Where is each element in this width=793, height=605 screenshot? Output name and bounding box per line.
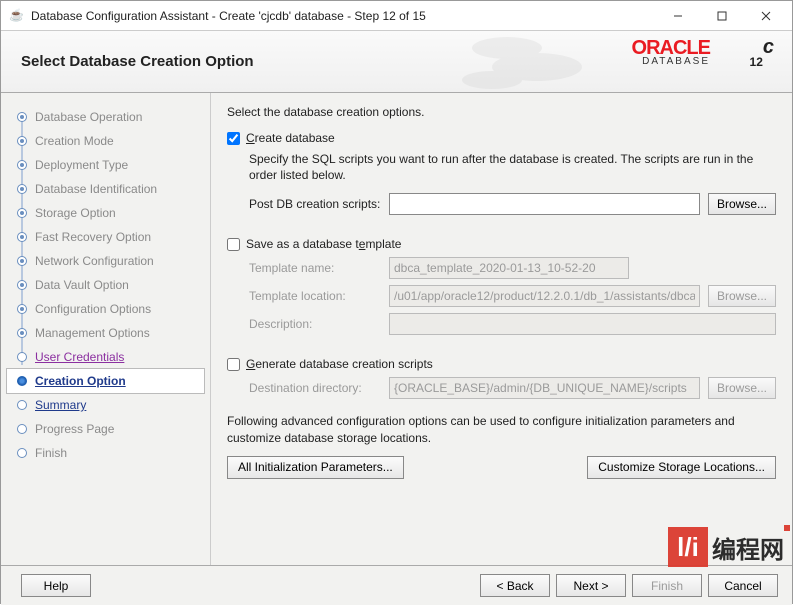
step-label: Management Options [35,326,150,340]
sidebar-step-user-credentials[interactable]: User Credentials [7,345,204,369]
close-button[interactable] [744,2,788,30]
logo-sub: DATABASE [632,56,710,67]
window-title: Database Configuration Assistant - Creat… [31,9,656,23]
step-dot-icon [17,424,27,434]
template-desc-row: Description: [249,313,776,335]
step-dot-icon [17,376,27,386]
sidebar-step-fast-recovery-option[interactable]: Fast Recovery Option [7,225,204,249]
template-desc-label: Description: [249,317,389,331]
create-database-checkbox[interactable] [227,132,240,145]
generate-scripts-checkbox-row: Generate database creation scripts [227,357,776,371]
create-database-label[interactable]: Create database [246,131,335,145]
save-template-checkbox-row: Save as a database template [227,237,776,251]
step-dot-icon [17,352,27,362]
java-icon: ☕ [9,8,25,24]
step-dot-icon [17,184,27,194]
step-dot-icon [17,448,27,458]
template-name-label: Template name: [249,261,389,275]
main-panel: Select the database creation options. Cr… [211,93,792,565]
instruction-text: Select the database creation options. [227,105,776,119]
step-dot-icon [17,112,27,122]
step-label: Database Identification [35,182,157,196]
sidebar-step-storage-option[interactable]: Storage Option [7,201,204,225]
oracle-logo: ORACLE DATABASE 12c [632,37,710,67]
step-label: Configuration Options [35,302,151,316]
step-label: Creation Option [35,374,126,388]
step-dot-icon [17,328,27,338]
logo-version: 12c [750,33,774,75]
cancel-button[interactable]: Cancel [708,574,778,597]
destination-dir-label: Destination directory: [249,381,389,395]
sidebar-step-progress-page: Progress Page [7,417,204,441]
post-scripts-browse-button[interactable]: Browse... [708,193,776,215]
sidebar-step-creation-mode[interactable]: Creation Mode [7,129,204,153]
destination-dir-browse-button: Browse... [708,377,776,399]
header-decoration [452,31,612,92]
step-label: User Credentials [35,350,124,364]
customize-storage-button[interactable]: Customize Storage Locations... [587,456,776,479]
maximize-button[interactable] [700,2,744,30]
step-dot-icon [17,208,27,218]
sidebar-step-summary[interactable]: Summary [7,393,204,417]
step-label: Creation Mode [35,134,114,148]
save-template-checkbox[interactable] [227,238,240,251]
step-label: Data Vault Option [35,278,129,292]
template-location-browse-button: Browse... [708,285,776,307]
step-dot-icon [17,160,27,170]
step-label: Database Operation [35,110,142,124]
step-dot-icon [17,232,27,242]
step-dot-icon [17,136,27,146]
step-dot-icon [17,280,27,290]
wizard-body: Database Operation Creation Mode Deploymen… [1,93,792,565]
step-dot-icon [17,256,27,266]
sidebar-step-database-identification[interactable]: Database Identification [7,177,204,201]
next-button[interactable]: Next > [556,574,626,597]
back-button[interactable]: < Back [480,574,550,597]
template-name-input [389,257,629,279]
post-scripts-input[interactable] [389,193,700,215]
post-scripts-label: Post DB creation scripts: [249,197,389,211]
destination-dir-row: Destination directory: Browse... [249,377,776,399]
page-title: Select Database Creation Option [21,53,254,70]
sidebar-step-configuration-options[interactable]: Configuration Options [7,297,204,321]
advanced-note: Following advanced configuration options… [227,413,776,445]
sidebar-step-deployment-type[interactable]: Deployment Type [7,153,204,177]
step-dot-icon [17,304,27,314]
wizard-footer: Help < Back Next > Finish Cancel [1,565,792,605]
template-name-row: Template name: [249,257,776,279]
template-location-row: Template location: Browse... [249,285,776,307]
step-label: Progress Page [35,422,114,436]
step-sidebar: Database Operation Creation Mode Deploymen… [1,93,211,565]
generate-scripts-checkbox[interactable] [227,358,240,371]
sidebar-step-network-configuration[interactable]: Network Configuration [7,249,204,273]
step-label: Summary [35,398,86,412]
destination-dir-input [389,377,700,399]
titlebar: ☕ Database Configuration Assistant - Cre… [1,1,792,31]
step-dot-icon [17,400,27,410]
create-database-note: Specify the SQL scripts you want to run … [249,151,776,183]
step-label: Deployment Type [35,158,128,172]
step-label: Finish [35,446,67,460]
all-init-params-button[interactable]: All Initialization Parameters... [227,456,404,479]
template-location-label: Template location: [249,289,389,303]
template-desc-input [389,313,776,335]
generate-scripts-label[interactable]: Generate database creation scripts [246,357,433,371]
sidebar-step-management-options[interactable]: Management Options [7,321,204,345]
create-database-checkbox-row: Create database [227,131,776,145]
sidebar-step-finish: Finish [7,441,204,465]
template-location-input [389,285,700,307]
post-scripts-row: Post DB creation scripts: Browse... [249,193,776,215]
step-label: Fast Recovery Option [35,230,151,244]
step-label: Network Configuration [35,254,154,268]
sidebar-step-database-operation[interactable]: Database Operation [7,105,204,129]
step-label: Storage Option [35,206,116,220]
save-template-label[interactable]: Save as a database template [246,237,401,251]
help-button[interactable]: Help [21,574,91,597]
sidebar-step-data-vault-option[interactable]: Data Vault Option [7,273,204,297]
sidebar-step-creation-option: Creation Option [7,369,204,393]
minimize-button[interactable] [656,2,700,30]
finish-button: Finish [632,574,702,597]
wizard-header: Select Database Creation Option ORACLE D… [1,31,792,93]
